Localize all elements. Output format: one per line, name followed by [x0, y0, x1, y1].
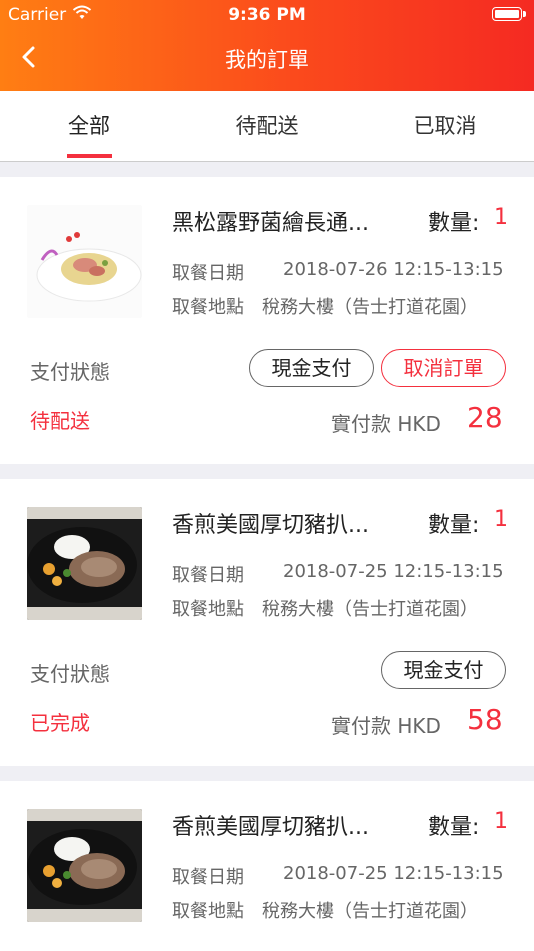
pickup-place-label: 取餐地點: [172, 297, 244, 318]
payment-status-label: 支付狀態: [30, 662, 110, 686]
order-title: 黑松露野菌繪長通...: [172, 211, 369, 236]
cash-payment-button[interactable]: 現金支付: [249, 349, 374, 387]
order-thumbnail: [27, 507, 142, 620]
paid-amount-label: 實付款 HKD: [331, 714, 441, 738]
pickup-date-value: 2018-07-26 12:15-13:15: [283, 259, 504, 280]
paid-amount-value: 58: [467, 703, 503, 736]
pickup-date-label: 取餐日期: [172, 565, 244, 586]
pork-chop-dish-image: [27, 809, 142, 922]
quantity-label: 數量:: [428, 513, 480, 538]
tab-pending-delivery[interactable]: 待配送: [207, 91, 327, 161]
order-thumbnail: [27, 809, 142, 922]
pickup-date-value: 2018-07-25 12:15-13:15: [283, 561, 504, 582]
order-card[interactable]: 香煎美國厚切豬扒... 數量: 1 取餐日期 2018-07-25 12:15-…: [0, 781, 534, 951]
payment-status-label: 支付狀態: [30, 360, 110, 384]
active-tab-indicator: [67, 154, 112, 158]
quantity-value: 1: [494, 809, 508, 834]
tab-cancelled[interactable]: 已取消: [385, 91, 505, 161]
order-card[interactable]: 黑松露野菌繪長通... 數量: 1 取餐日期 2018-07-26 12:15-…: [0, 177, 534, 464]
quantity-value: 1: [494, 205, 508, 230]
pickup-place-value: 稅務大樓（告士打道花園）: [262, 297, 478, 318]
order-title: 香煎美國厚切豬扒...: [172, 513, 369, 538]
app-header: Carrier 9:36 PM 我的訂單: [0, 0, 534, 91]
order-thumbnail: [27, 205, 142, 318]
pickup-date-label: 取餐日期: [172, 867, 244, 888]
paid-amount-label: 實付款 HKD: [331, 412, 441, 436]
pickup-place-label: 取餐地點: [172, 599, 244, 620]
battery-icon: [492, 7, 526, 21]
cancel-order-button[interactable]: 取消訂單: [381, 349, 506, 387]
pickup-place-label: 取餐地點: [172, 901, 244, 922]
pickup-date-value: 2018-07-25 12:15-13:15: [283, 863, 504, 884]
pasta-dish-image: [27, 205, 142, 318]
order-status: 待配送: [30, 409, 90, 433]
pork-chop-dish-image: [27, 507, 142, 620]
quantity-label: 數量:: [428, 211, 480, 236]
tab-all[interactable]: 全部: [29, 91, 149, 161]
pickup-date-label: 取餐日期: [172, 263, 244, 284]
quantity-label: 數量:: [428, 815, 480, 840]
order-card[interactable]: 香煎美國厚切豬扒... 數量: 1 取餐日期 2018-07-25 12:15-…: [0, 479, 534, 766]
paid-amount-value: 28: [467, 401, 503, 434]
status-bar: Carrier 9:36 PM: [0, 0, 534, 31]
order-tabs: 全部 待配送 已取消: [0, 91, 534, 162]
pickup-place-value: 稅務大樓（告士打道花園）: [262, 901, 478, 922]
status-time: 9:36 PM: [228, 5, 306, 25]
order-status: 已完成: [30, 711, 90, 735]
page-title: 我的訂單: [225, 48, 309, 72]
quantity-value: 1: [494, 507, 508, 532]
cash-payment-button[interactable]: 現金支付: [381, 651, 506, 689]
pickup-place-value: 稅務大樓（告士打道花園）: [262, 599, 478, 620]
order-title: 香煎美國厚切豬扒...: [172, 815, 369, 840]
